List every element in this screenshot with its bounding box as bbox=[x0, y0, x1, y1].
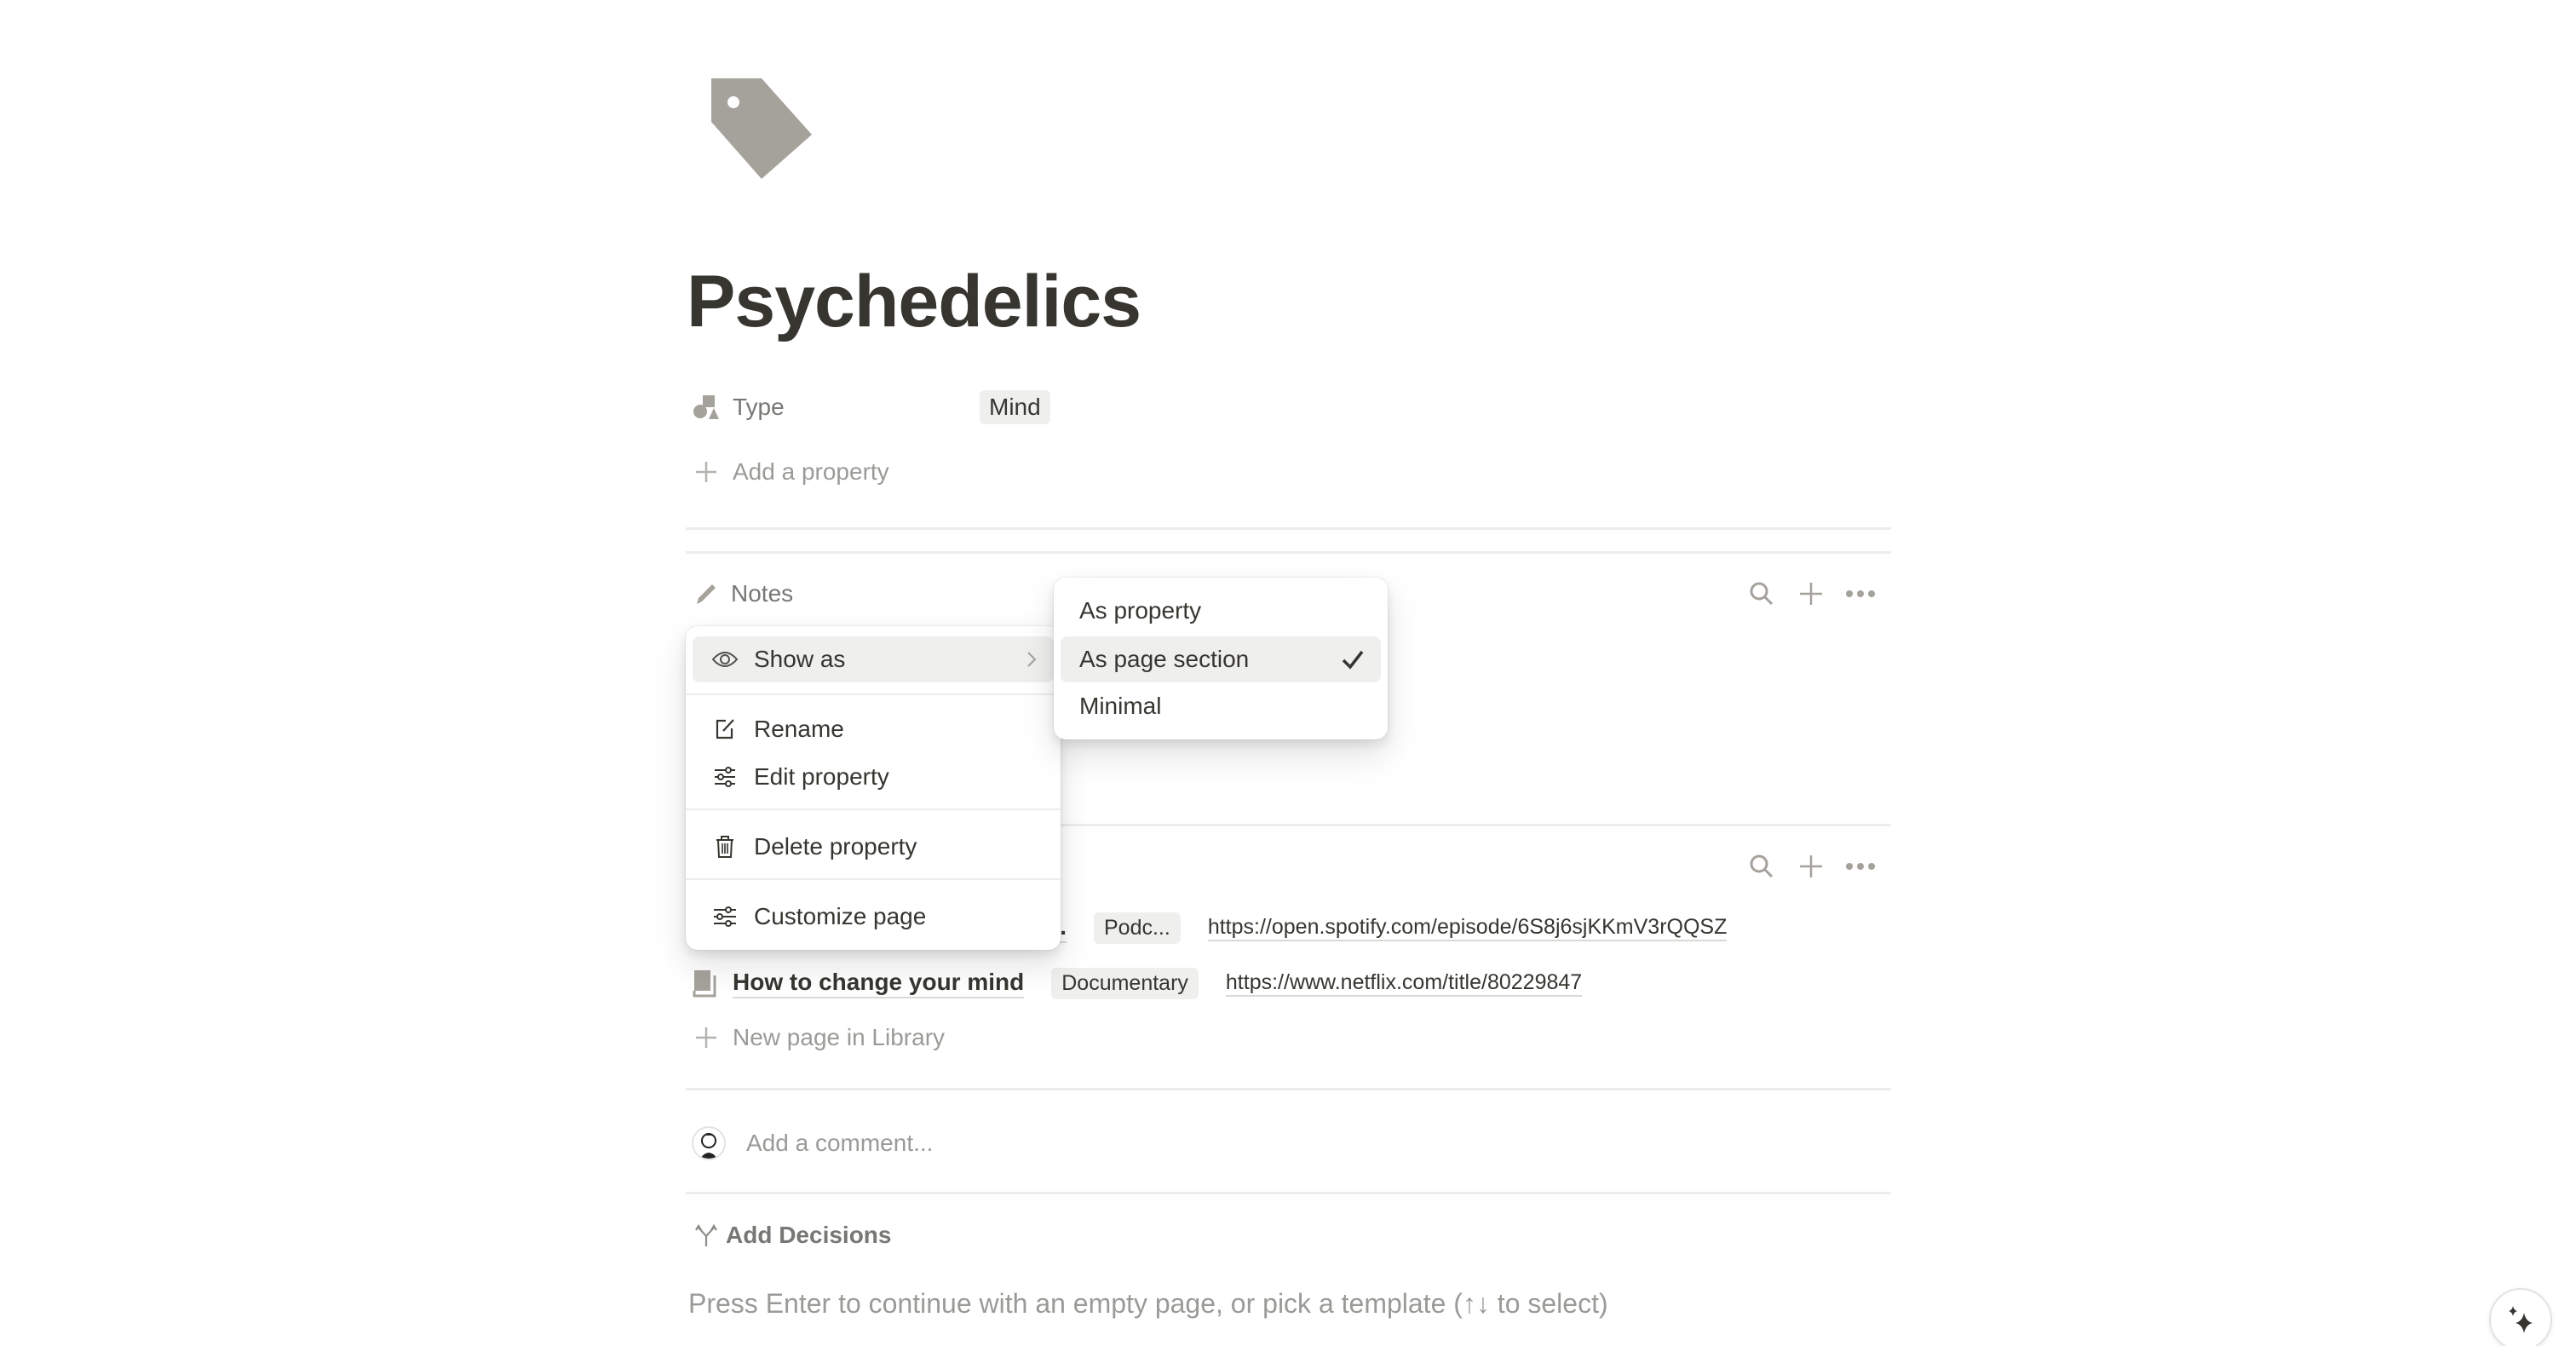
option-as-property[interactable]: As property bbox=[1061, 588, 1381, 634]
new-page-in-library-button[interactable]: New page in Library bbox=[692, 1014, 945, 1061]
rename-icon bbox=[711, 716, 739, 743]
search-icon bbox=[1750, 854, 1774, 878]
menu-item-edit-property[interactable]: Edit property bbox=[693, 754, 1054, 800]
add-decisions-button[interactable]: Add Decisions bbox=[693, 1222, 891, 1249]
ai-assistant-button[interactable] bbox=[2489, 1288, 2552, 1346]
pencil-icon bbox=[692, 579, 721, 608]
plus-icon bbox=[692, 457, 721, 486]
option-label: As page section bbox=[1079, 646, 1250, 672]
search-icon bbox=[1750, 582, 1774, 606]
option-as-page-section[interactable]: As page section bbox=[1061, 636, 1381, 682]
library-toolbar bbox=[1746, 851, 1876, 882]
library-row-url[interactable]: https://www.netflix.com/title/80229847 bbox=[1225, 970, 1583, 997]
add-button[interactable] bbox=[1796, 851, 1826, 882]
add-property-label: Add a property bbox=[733, 458, 889, 485]
property-label: Type bbox=[733, 394, 785, 420]
search-button[interactable] bbox=[1746, 578, 1777, 609]
eye-icon bbox=[711, 646, 739, 673]
checkmark-icon bbox=[1340, 647, 1366, 678]
more-button[interactable] bbox=[1845, 851, 1876, 882]
menu-item-label: Customize page bbox=[754, 903, 927, 929]
search-button[interactable] bbox=[1746, 851, 1777, 882]
library-row[interactable]: How to change your mind Documentary http… bbox=[692, 959, 1583, 1007]
menu-item-customize-page[interactable]: Customize page bbox=[693, 894, 1054, 940]
menu-item-label: Rename bbox=[754, 716, 844, 742]
page-icon bbox=[692, 969, 721, 998]
tag-icon bbox=[711, 78, 812, 179]
menu-item-delete-property[interactable]: Delete property bbox=[693, 824, 1054, 870]
notes-label: Notes bbox=[731, 580, 794, 607]
editor-placeholder[interactable]: Press Enter to continue with an empty pa… bbox=[688, 1288, 1608, 1320]
property-context-menu: Show as Rename Edit property Delete prop… bbox=[686, 626, 1061, 950]
shapes-icon bbox=[692, 393, 721, 422]
menu-item-label: Edit property bbox=[754, 763, 889, 790]
menu-item-show-as[interactable]: Show as bbox=[693, 636, 1054, 682]
add-property-button[interactable]: Add a property bbox=[692, 451, 889, 493]
menu-divider bbox=[686, 878, 1061, 880]
option-minimal[interactable]: Minimal bbox=[1061, 683, 1381, 729]
chevron-right-icon bbox=[1025, 647, 1038, 677]
more-icon bbox=[1846, 863, 1875, 870]
menu-divider bbox=[686, 808, 1061, 810]
plus-icon bbox=[1800, 855, 1822, 877]
divider bbox=[686, 1192, 1891, 1194]
comment-input[interactable]: Add a comment... bbox=[746, 1130, 933, 1157]
branch-icon bbox=[693, 1222, 719, 1248]
more-icon bbox=[1846, 590, 1875, 597]
plus-icon bbox=[1800, 583, 1822, 605]
menu-item-label: Delete property bbox=[754, 833, 917, 860]
library-row-type-tag: Documentary bbox=[1051, 967, 1199, 999]
library-row-type-tag: Podc... bbox=[1094, 912, 1181, 944]
notes-toolbar bbox=[1746, 578, 1876, 609]
option-label: Minimal bbox=[1079, 693, 1162, 719]
page-icon-tag[interactable] bbox=[710, 77, 814, 181]
trash-icon bbox=[711, 833, 739, 860]
menu-item-rename[interactable]: Rename bbox=[693, 706, 1054, 752]
plus-icon bbox=[692, 1023, 721, 1052]
more-button[interactable] bbox=[1845, 578, 1876, 609]
divider bbox=[686, 1088, 1891, 1090]
sliders-icon bbox=[711, 903, 739, 930]
comment-row[interactable]: Add a comment... bbox=[692, 1126, 933, 1160]
library-row-url[interactable]: https://open.spotify.com/episode/6S8j6sj… bbox=[1207, 915, 1728, 941]
notes-section-header[interactable]: Notes bbox=[692, 579, 793, 608]
sparkles-icon bbox=[2509, 1306, 2533, 1333]
add-decisions-label: Add Decisions bbox=[726, 1222, 892, 1248]
page-title[interactable]: Psychedelics bbox=[687, 260, 1141, 344]
sliders-icon bbox=[711, 763, 739, 791]
menu-divider bbox=[686, 693, 1061, 695]
property-value-tag[interactable]: Mind bbox=[980, 390, 1050, 424]
menu-item-label: Show as bbox=[754, 646, 846, 672]
option-label: As property bbox=[1079, 597, 1202, 624]
library-row-title[interactable]: How to change your mind bbox=[733, 969, 1025, 998]
divider bbox=[686, 551, 1891, 554]
property-row-type[interactable]: Type Mind bbox=[692, 386, 1050, 429]
show-as-submenu: As property As page section Minimal bbox=[1054, 578, 1388, 739]
new-page-label: New page in Library bbox=[733, 1024, 946, 1050]
avatar bbox=[692, 1126, 726, 1160]
add-button[interactable] bbox=[1796, 578, 1826, 609]
divider bbox=[686, 527, 1891, 530]
